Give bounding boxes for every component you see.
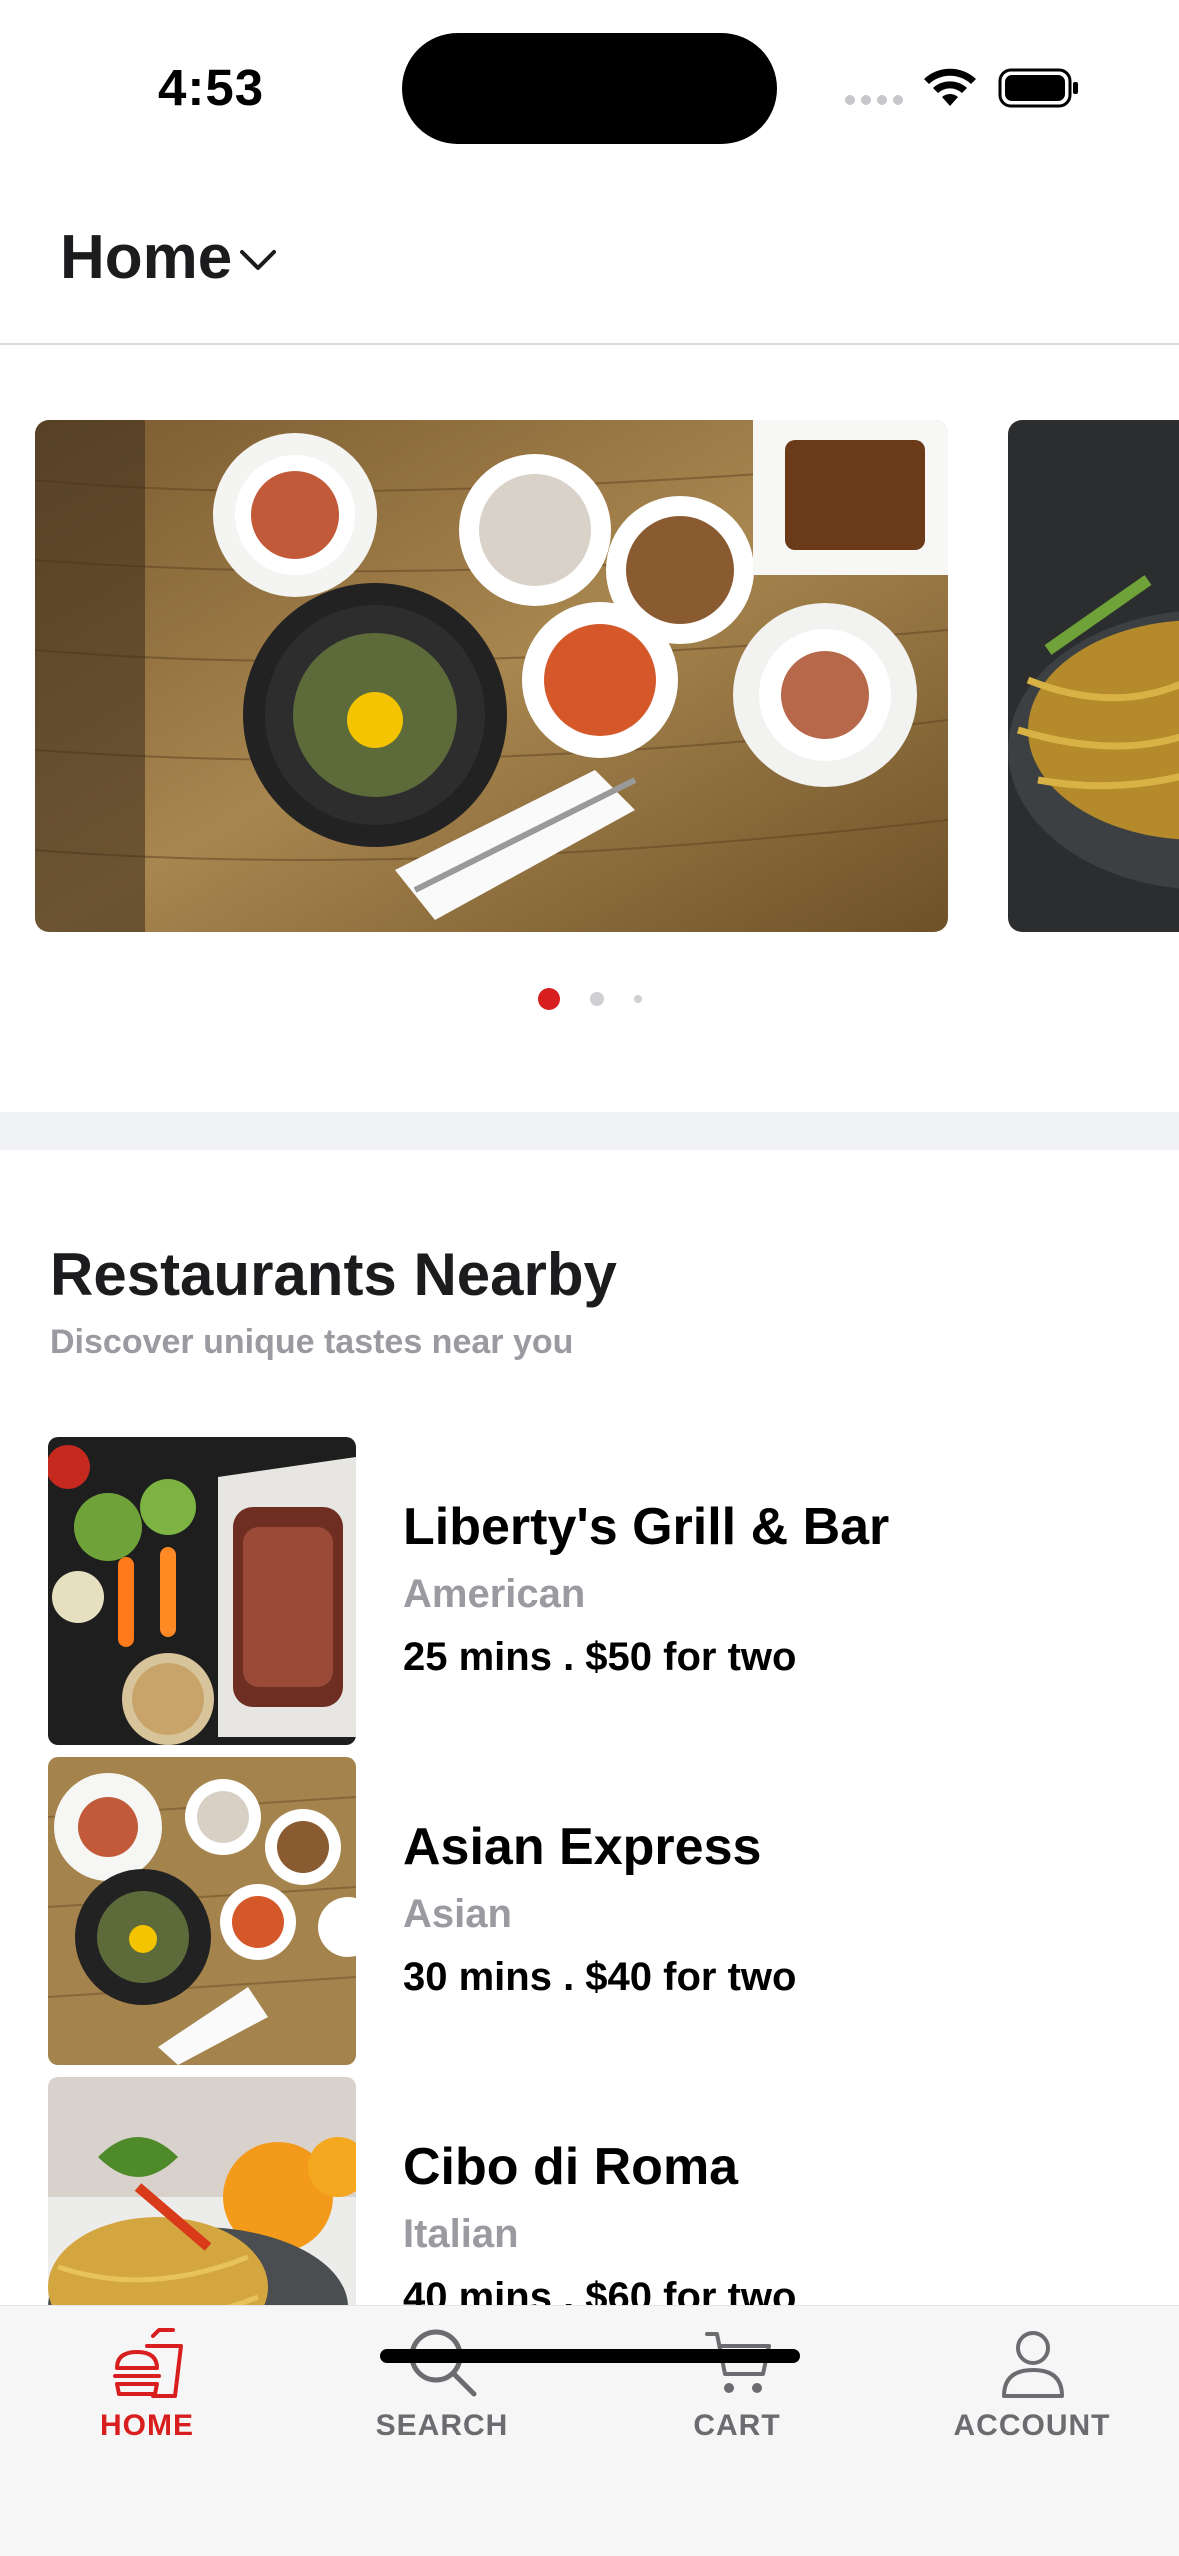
restaurant-meta: 30 mins . $40 for two xyxy=(403,1955,797,1999)
battery-icon xyxy=(998,68,1078,108)
restaurant-cuisine: American xyxy=(403,1572,586,1616)
home-indicator xyxy=(380,2349,800,2363)
pagination-dot[interactable] xyxy=(633,995,642,1003)
wifi-icon xyxy=(924,68,976,106)
tab-label: CART xyxy=(693,2409,781,2442)
section-title: Restaurants Nearby xyxy=(50,1241,617,1308)
restaurant-cuisine: Italian xyxy=(403,2212,519,2256)
carousel-slide[interactable] xyxy=(1008,420,1179,932)
burger-icon xyxy=(113,2328,183,2398)
restaurant-thumbnail xyxy=(48,1437,356,1745)
person-icon xyxy=(1002,2331,1064,2398)
restaurant-list[interactable]: Liberty's Grill & Bar American 25 mins .… xyxy=(0,1437,1179,2305)
tab-home[interactable]: HOME xyxy=(0,2306,294,2466)
restaurant-meta: 25 mins . $50 for two xyxy=(403,1635,797,1679)
restaurant-name: Liberty's Grill & Bar xyxy=(403,1498,890,1556)
pagination-dot-active[interactable] xyxy=(537,988,560,1010)
restaurant-row[interactable]: Cibo di Roma Italian 40 mins . $60 for t… xyxy=(48,2077,1148,2305)
restaurant-meta: 40 mins . $60 for two xyxy=(403,2275,797,2305)
korean-table-image xyxy=(35,420,948,932)
restaurant-row[interactable]: Liberty's Grill & Bar American 25 mins .… xyxy=(48,1437,1148,1745)
status-bar: 4:53 xyxy=(0,0,1179,170)
cellular-signal-icon xyxy=(845,95,903,105)
section-divider xyxy=(0,1112,1179,1150)
dynamic-island xyxy=(402,33,777,144)
search-icon xyxy=(409,2329,477,2397)
tab-label: HOME xyxy=(100,2409,194,2442)
noodles-image xyxy=(1008,420,1179,932)
header-title: Home xyxy=(60,223,233,292)
tab-bar: HOME SEARCH CART ACCOUNT xyxy=(0,2305,1179,2556)
restaurant-name: Asian Express xyxy=(403,1818,762,1876)
restaurant-row[interactable]: Asian Express Asian 30 mins . $40 for tw… xyxy=(48,1757,1148,2065)
tab-account[interactable]: ACCOUNT xyxy=(885,2306,1179,2466)
tab-label: SEARCH xyxy=(375,2409,509,2442)
header: Home xyxy=(0,170,1179,345)
featured-carousel[interactable] xyxy=(0,420,1179,935)
tab-search[interactable]: SEARCH xyxy=(295,2306,589,2466)
status-time: 4:53 xyxy=(158,59,265,116)
section-subtitle: Discover unique tastes near you xyxy=(50,1323,574,1361)
pagination-dot[interactable] xyxy=(589,992,604,1006)
restaurant-name: Cibo di Roma xyxy=(403,2138,739,2196)
location-selector[interactable]: Home xyxy=(60,222,278,293)
carousel-pagination xyxy=(0,988,1179,1010)
restaurant-cuisine: Asian xyxy=(403,1892,512,1936)
tab-cart[interactable]: CART xyxy=(590,2306,884,2466)
chevron-down-icon xyxy=(240,249,277,270)
tab-label: ACCOUNT xyxy=(953,2409,1111,2442)
restaurant-thumbnail xyxy=(48,2077,356,2305)
carousel-slide[interactable] xyxy=(35,420,948,932)
cart-icon xyxy=(705,2332,771,2393)
restaurant-thumbnail xyxy=(48,1757,356,2065)
